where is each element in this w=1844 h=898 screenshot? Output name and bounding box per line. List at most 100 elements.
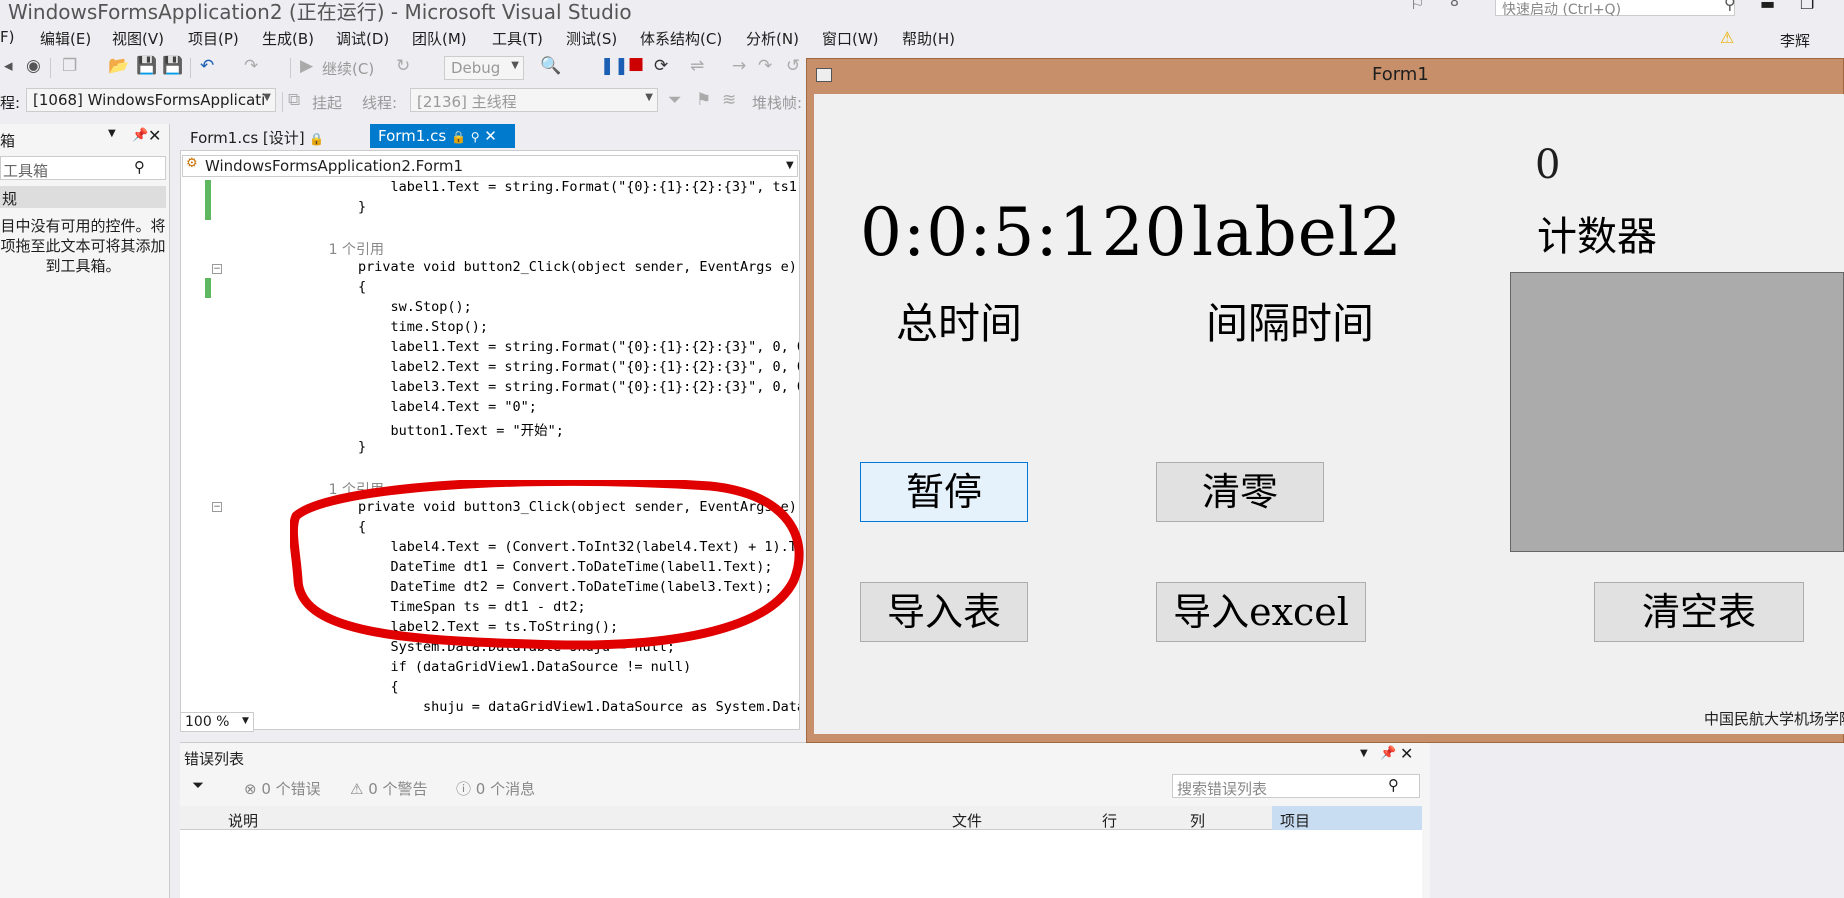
open-folder-icon[interactable]: 📂	[108, 56, 129, 76]
code-line[interactable]: }	[293, 199, 366, 215]
notification-icon[interactable]: ⚐	[1410, 0, 1424, 13]
menu-test[interactable]: 测试(S)	[566, 28, 617, 49]
form1-title-bar[interactable]	[806, 58, 1844, 94]
undo-icon[interactable]: ↶	[200, 56, 214, 76]
continue-button[interactable]: 继续(C)	[322, 58, 374, 79]
column-file[interactable]: 文件	[952, 810, 982, 831]
pause-button[interactable]: 暂停	[860, 462, 1028, 522]
menu-window[interactable]: 窗口(W)	[822, 28, 879, 49]
quick-launch-input[interactable]: 快速启动 (Ctrl+Q)	[1495, 0, 1735, 18]
process-combo[interactable]: [1068] WindowsFormsApplicati ▼	[26, 88, 276, 112]
thread-combo[interactable]: [2136] 主线程 ▼	[410, 88, 658, 112]
menu-analyze[interactable]: 分析(N)	[746, 28, 799, 49]
close-icon[interactable]: ✕	[484, 127, 497, 145]
new-project-icon[interactable]: ❐	[62, 56, 77, 76]
close-icon[interactable]: ✕	[148, 126, 161, 145]
import-table-button[interactable]: 导入表	[860, 582, 1028, 642]
step-out-icon[interactable]: ↺	[786, 56, 800, 76]
back-icon[interactable]: ◂	[4, 56, 13, 76]
chevron-down-icon[interactable]: ▼	[1360, 748, 1368, 759]
code-line[interactable]: shuju = dataGridView1.DataSource as Syst…	[293, 699, 799, 715]
forward-icon[interactable]: ◉	[26, 56, 41, 76]
menu-architecture[interactable]: 体系结构(C)	[640, 28, 722, 49]
menu-project[interactable]: 项目(P)	[188, 28, 239, 49]
toolbox-empty-message: 目中没有可用的控件。将项拖至此文本可将其添加到工具箱。	[0, 217, 166, 275]
import-excel-button[interactable]: 导入excel	[1156, 582, 1366, 642]
chevron-down-icon[interactable]: ▼	[786, 160, 794, 171]
warnings-count-button[interactable]: ⚠ 0 个警告	[350, 778, 428, 799]
search-icon[interactable]: ⚲	[134, 158, 145, 176]
column-column[interactable]: 列	[1190, 810, 1205, 831]
clear-table-button[interactable]: 清空表	[1594, 582, 1804, 642]
search-icon[interactable]: ⚲	[1724, 0, 1736, 13]
filter-icon[interactable]: ⏷	[668, 90, 682, 110]
tab-form1-cs[interactable]: Form1.cs 🔒 ⚲ ✕	[370, 124, 515, 148]
code-line[interactable]: {	[293, 279, 366, 295]
code-line[interactable]: }	[293, 439, 366, 455]
code-line[interactable]: 1 个引用	[293, 239, 384, 259]
pin-icon[interactable]: 📌	[1380, 746, 1396, 761]
menu-tools[interactable]: 工具(T)	[492, 28, 543, 49]
save-all-icon[interactable]: 💾	[162, 56, 183, 76]
code-line[interactable]: label2.Text = string.Format("{0}:{1}:{2}…	[293, 359, 799, 375]
tab-form1-design[interactable]: Form1.cs [设计] 🔒	[182, 124, 332, 148]
search-icon[interactable]: ⚲	[1388, 776, 1399, 794]
error-list-title: 错误列表	[184, 750, 245, 768]
error-search-input[interactable]: 搜索错误列表	[1172, 774, 1420, 798]
chevron-down-icon[interactable]: ▼	[242, 716, 249, 726]
filter-icon[interactable]: ⏷	[192, 776, 204, 794]
code-line[interactable]: button1.Text = "开始";	[293, 419, 564, 439]
code-line[interactable]: label1.Text = string.Format("{0}:{1}:{2}…	[293, 179, 799, 195]
chevron-down-icon[interactable]: ▼	[108, 128, 116, 139]
find-icon[interactable]: 🔍	[540, 56, 561, 76]
data-grid-view[interactable]	[1510, 272, 1844, 552]
menu-file[interactable]: F)	[0, 28, 14, 46]
collapse-icon[interactable]: −	[212, 502, 222, 512]
navigation-combo[interactable]: WindowsFormsApplication2.Form1	[182, 155, 798, 177]
errors-count-button[interactable]: ⊗ 0 个错误	[244, 778, 321, 799]
code-line[interactable]: private void button2_Click(object sender…	[293, 259, 797, 275]
column-line[interactable]: 行	[1102, 810, 1117, 831]
config-combo[interactable]: Debug ▼	[444, 56, 524, 80]
menu-view[interactable]: 视图(V)	[112, 28, 164, 49]
minimize-icon[interactable]: ▬	[1760, 0, 1775, 13]
warning-icon[interactable]: ⚠	[1720, 28, 1734, 47]
show-next-statement-icon[interactable]: ⇌	[690, 56, 704, 76]
pin-icon[interactable]: ⚲	[471, 130, 480, 144]
clear-button[interactable]: 清零	[1156, 462, 1324, 522]
redo-icon[interactable]: ↷	[244, 56, 258, 76]
menu-edit[interactable]: 编辑(E)	[40, 28, 91, 49]
flag-all-icon[interactable]: ≋	[722, 90, 736, 110]
collapse-icon[interactable]: −	[212, 264, 222, 274]
column-project[interactable]: 项目	[1280, 810, 1310, 831]
code-line[interactable]: label1.Text = string.Format("{0}:{1}:{2}…	[293, 339, 799, 355]
pause-icon[interactable]: ❚❚	[600, 56, 629, 76]
toolbox-group-header[interactable]: 规	[0, 186, 166, 208]
code-line[interactable]: sw.Stop();	[293, 299, 472, 315]
pin-icon[interactable]: 📌	[132, 128, 148, 143]
menu-debug[interactable]: 调试(D)	[336, 28, 389, 49]
close-icon[interactable]: ✕	[1400, 744, 1413, 763]
menu-build[interactable]: 生成(B)	[262, 28, 314, 49]
refresh-icon[interactable]: ↻	[396, 56, 410, 76]
save-icon[interactable]: 💾	[136, 56, 157, 76]
code-line[interactable]: time.Stop();	[293, 319, 489, 335]
continue-icon[interactable]: ▶	[300, 56, 313, 76]
step-into-icon[interactable]: →	[732, 56, 746, 76]
code-line[interactable]: label3.Text = string.Format("{0}:{1}:{2}…	[293, 379, 799, 395]
step-over-icon[interactable]: ↷	[758, 56, 772, 76]
code-line[interactable]: if (dataGridView1.DataSource != null)	[293, 659, 692, 675]
maximize-icon[interactable]: ❐	[1800, 0, 1814, 13]
code-line[interactable]: label4.Text = "0";	[293, 399, 537, 415]
menu-help[interactable]: 帮助(H)	[902, 28, 955, 49]
column-description[interactable]: 说明	[228, 810, 258, 831]
suspend-button[interactable]: 挂起	[312, 92, 342, 113]
stop-icon[interactable]: ■	[628, 54, 644, 74]
messages-count-button[interactable]: ⓘ 0 个消息	[456, 778, 535, 799]
suspend-icon[interactable]: ⧉	[288, 90, 300, 110]
menu-team[interactable]: 团队(M)	[412, 28, 467, 49]
flag-icon[interactable]: ⚑	[696, 90, 711, 110]
restart-icon[interactable]: ⟳	[654, 56, 668, 76]
user-account[interactable]: 李辉	[1780, 30, 1810, 51]
code-line[interactable]: {	[293, 679, 399, 695]
